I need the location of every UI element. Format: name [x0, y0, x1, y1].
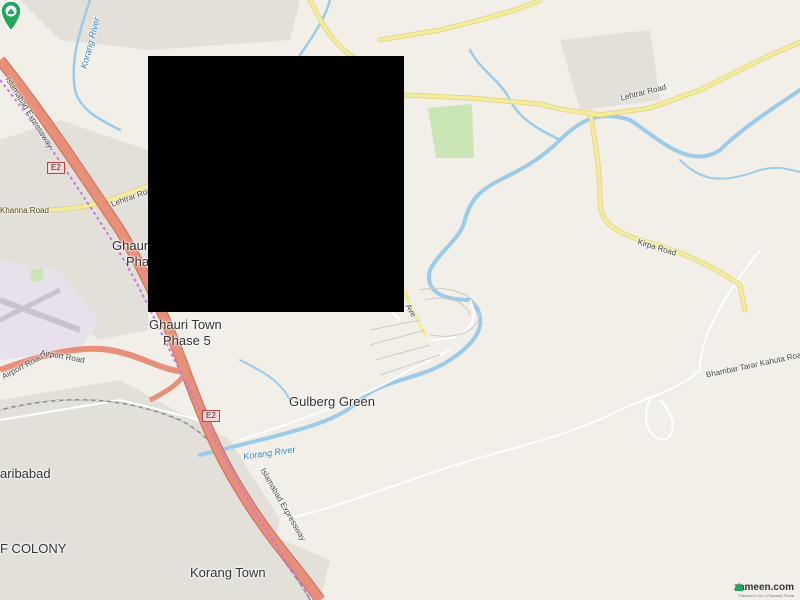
place-label-haribabad: aribabad — [0, 466, 51, 481]
place-label-ghauri-phase5-1: Ghauri Town — [149, 317, 222, 332]
place-label-korang-town: Korang Town — [190, 565, 266, 580]
road-loop-east — [645, 399, 674, 442]
park-area — [428, 104, 474, 158]
river-tributary-4 — [239, 359, 291, 401]
place-label-ghauri-phase5-2: Phase 5 — [163, 333, 211, 348]
park-small — [30, 268, 44, 282]
place-label-gulberg-green: Gulberg Green — [289, 394, 375, 409]
watermark: zameen.com Pakistan's No.1 Property Port… — [734, 582, 794, 598]
zameen-house-icon — [734, 583, 743, 591]
urban-area-north — [20, 0, 300, 50]
redaction-block — [148, 56, 404, 312]
place-label-ghauri-upper-2: Pha — [126, 254, 150, 269]
map-canvas[interactable]: E2 E2 Lehtrar Road Kirpa Road Khanna Roa… — [0, 0, 800, 600]
kirpa-road-line — [588, 110, 747, 312]
place-label-colony: F COLONY — [0, 541, 67, 556]
river-tributary-5 — [679, 159, 800, 180]
road-label-khanna: Khanna Road — [0, 206, 49, 215]
e2-shield-lower: E2 — [202, 410, 220, 422]
place-label-ghauri-upper-1: Ghauri — [112, 238, 152, 253]
e2-shield-upper: E2 — [47, 162, 65, 174]
watermark-tagline: Pakistan's No.1 Property Portal — [738, 593, 794, 598]
location-pin-icon[interactable] — [0, 0, 22, 32]
urban-area-northeast — [560, 30, 660, 110]
road-loop — [429, 299, 475, 341]
river-tributary-1 — [468, 48, 562, 142]
